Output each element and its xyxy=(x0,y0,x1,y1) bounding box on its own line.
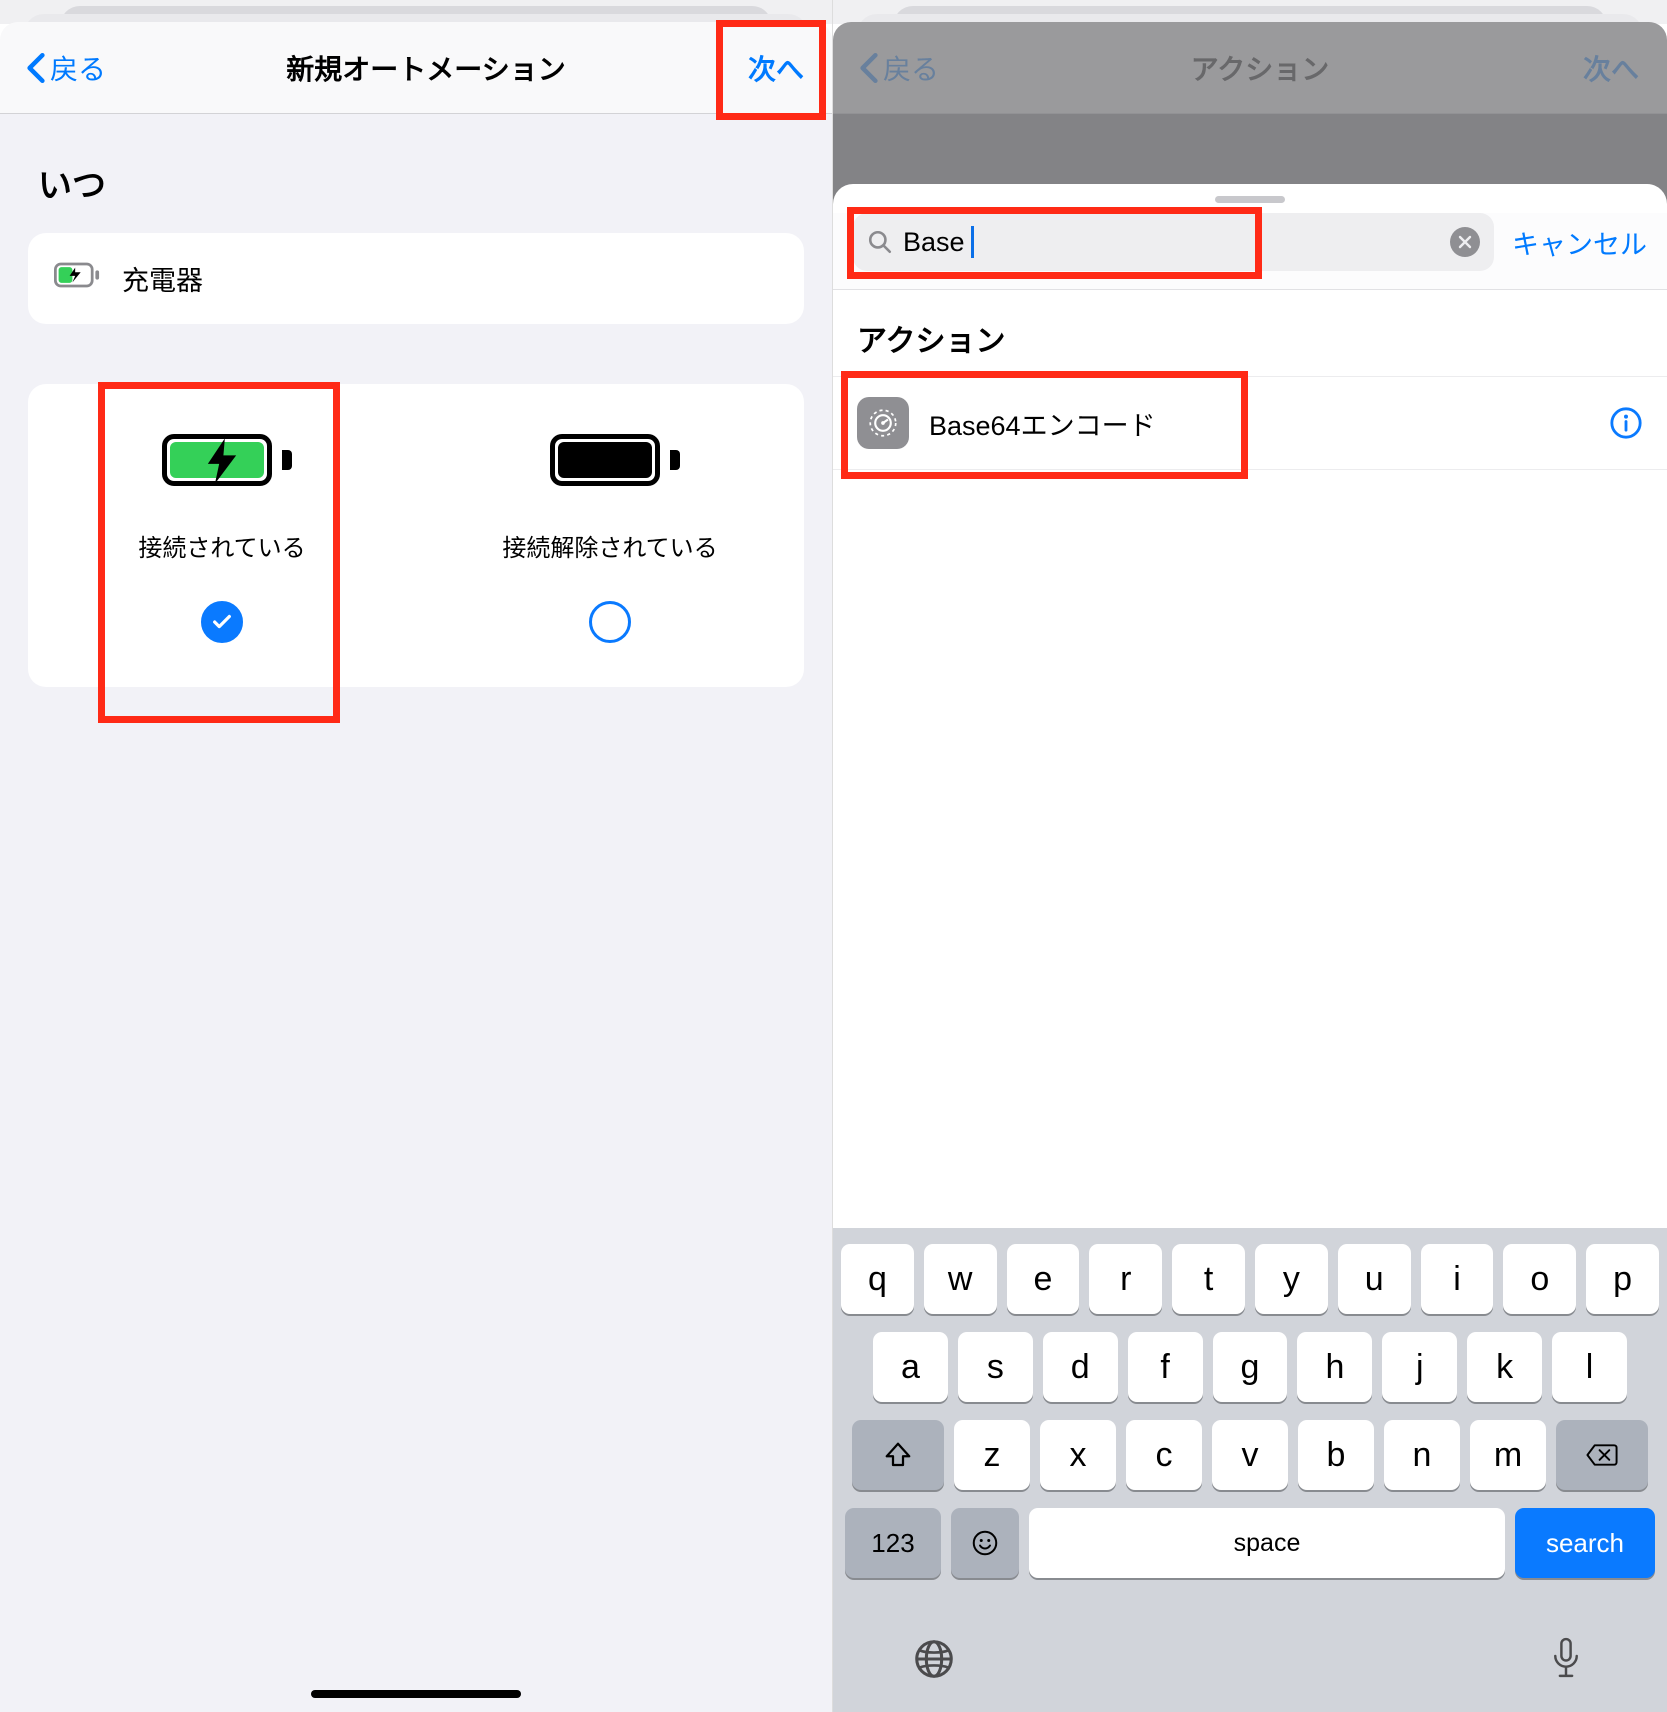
action-label: Base64エンコード xyxy=(929,404,1156,443)
key-c[interactable]: c xyxy=(1126,1420,1202,1490)
backspace-icon xyxy=(1585,1440,1619,1470)
key-o[interactable]: o xyxy=(1503,1244,1576,1314)
keyboard: q w e r t y u i o p a s d f g h j k l xyxy=(833,1228,1667,1712)
key-f[interactable]: f xyxy=(1128,1332,1203,1402)
key-space[interactable]: space xyxy=(1029,1508,1505,1578)
cancel-search-button[interactable]: キャンセル xyxy=(1512,223,1647,262)
key-q[interactable]: q xyxy=(841,1244,914,1314)
keyboard-footer xyxy=(841,1596,1659,1712)
back-label: 戻る xyxy=(50,48,106,88)
battery-charging-full-icon xyxy=(162,434,282,490)
new-automation-screen: 戻る 新規オートメーション 次へ いつ 充電器 xyxy=(0,0,833,1712)
key-n[interactable]: n xyxy=(1384,1420,1460,1490)
action-picker-screen: 戻る アクション 次へ Base キャンセル アクション xyxy=(833,0,1667,1712)
key-r[interactable]: r xyxy=(1089,1244,1162,1314)
keyboard-row-3: z x c v b n m xyxy=(841,1420,1659,1490)
search-field[interactable]: Base xyxy=(853,213,1494,271)
charger-options-card: 接続されている 接続解除されている xyxy=(28,384,804,687)
key-x[interactable]: x xyxy=(1040,1420,1116,1490)
info-icon[interactable] xyxy=(1609,406,1643,440)
key-d[interactable]: d xyxy=(1043,1332,1118,1402)
trigger-charger-row[interactable]: 充電器 xyxy=(28,233,804,324)
globe-icon[interactable] xyxy=(911,1636,957,1682)
key-b[interactable]: b xyxy=(1298,1420,1374,1490)
key-numbers[interactable]: 123 xyxy=(845,1508,941,1578)
radio-unchecked xyxy=(589,601,631,643)
keyboard-row-1: q w e r t y u i o p xyxy=(841,1244,1659,1314)
chevron-left-icon xyxy=(26,52,46,84)
key-k[interactable]: k xyxy=(1467,1332,1542,1402)
actions-section-label: アクション xyxy=(833,290,1667,377)
trigger-card: 充電器 xyxy=(28,233,804,324)
key-backspace[interactable] xyxy=(1556,1420,1648,1490)
gear-icon xyxy=(857,397,909,449)
trigger-label: 充電器 xyxy=(122,259,203,298)
key-m[interactable]: m xyxy=(1470,1420,1546,1490)
search-row: Base キャンセル xyxy=(833,213,1667,290)
key-v[interactable]: v xyxy=(1212,1420,1288,1490)
search-icon xyxy=(867,229,893,255)
key-a[interactable]: a xyxy=(873,1332,948,1402)
battery-full-icon xyxy=(550,434,670,490)
key-u[interactable]: u xyxy=(1338,1244,1411,1314)
back-button[interactable]: 戻る xyxy=(26,48,106,88)
key-g[interactable]: g xyxy=(1213,1332,1288,1402)
shift-icon xyxy=(881,1440,915,1470)
page-title: 新規オートメーション xyxy=(286,48,565,88)
key-z[interactable]: z xyxy=(954,1420,1030,1490)
sheet-grabber[interactable] xyxy=(1215,196,1285,203)
option-connected[interactable]: 接続されている xyxy=(28,412,416,643)
sheet-stack-hint xyxy=(833,0,1667,24)
next-button[interactable]: 次へ xyxy=(746,40,806,96)
sheet-stack-hint xyxy=(0,0,832,24)
text-cursor xyxy=(971,226,974,258)
key-h[interactable]: h xyxy=(1297,1332,1372,1402)
key-emoji[interactable] xyxy=(951,1508,1019,1578)
action-base64-encode[interactable]: Base64エンコード xyxy=(833,377,1667,470)
home-indicator[interactable] xyxy=(311,1690,521,1698)
key-w[interactable]: w xyxy=(924,1244,997,1314)
keyboard-row-2: a s d f g h j k l xyxy=(841,1332,1659,1402)
nav-dim-overlay xyxy=(833,22,1667,114)
when-section-label: いつ xyxy=(38,158,804,207)
action-search-sheet: Base キャンセル アクション Base64エンコード q w xyxy=(833,184,1667,1712)
content-area: いつ 充電器 xyxy=(0,114,832,1712)
emoji-icon xyxy=(970,1528,1000,1558)
close-icon xyxy=(1458,235,1472,249)
key-i[interactable]: i xyxy=(1421,1244,1494,1314)
option-connected-label: 接続されている xyxy=(138,528,305,563)
key-l[interactable]: l xyxy=(1552,1332,1627,1402)
option-disconnected[interactable]: 接続解除されている xyxy=(416,412,804,643)
key-p[interactable]: p xyxy=(1586,1244,1659,1314)
key-t[interactable]: t xyxy=(1172,1244,1245,1314)
navbar: 戻る 新規オートメーション 次へ xyxy=(0,22,832,114)
key-s[interactable]: s xyxy=(958,1332,1033,1402)
mic-icon[interactable] xyxy=(1543,1636,1589,1682)
key-search[interactable]: search xyxy=(1515,1508,1655,1578)
key-e[interactable]: e xyxy=(1007,1244,1080,1314)
clear-search-button[interactable] xyxy=(1450,227,1480,257)
key-y[interactable]: y xyxy=(1255,1244,1328,1314)
radio-checked xyxy=(201,601,243,643)
key-shift[interactable] xyxy=(852,1420,944,1490)
search-value: Base xyxy=(903,227,965,258)
key-j[interactable]: j xyxy=(1382,1332,1457,1402)
option-disconnected-label: 接続解除されている xyxy=(502,528,717,563)
battery-charging-icon xyxy=(54,261,100,296)
keyboard-row-4: 123 space search xyxy=(841,1508,1659,1578)
